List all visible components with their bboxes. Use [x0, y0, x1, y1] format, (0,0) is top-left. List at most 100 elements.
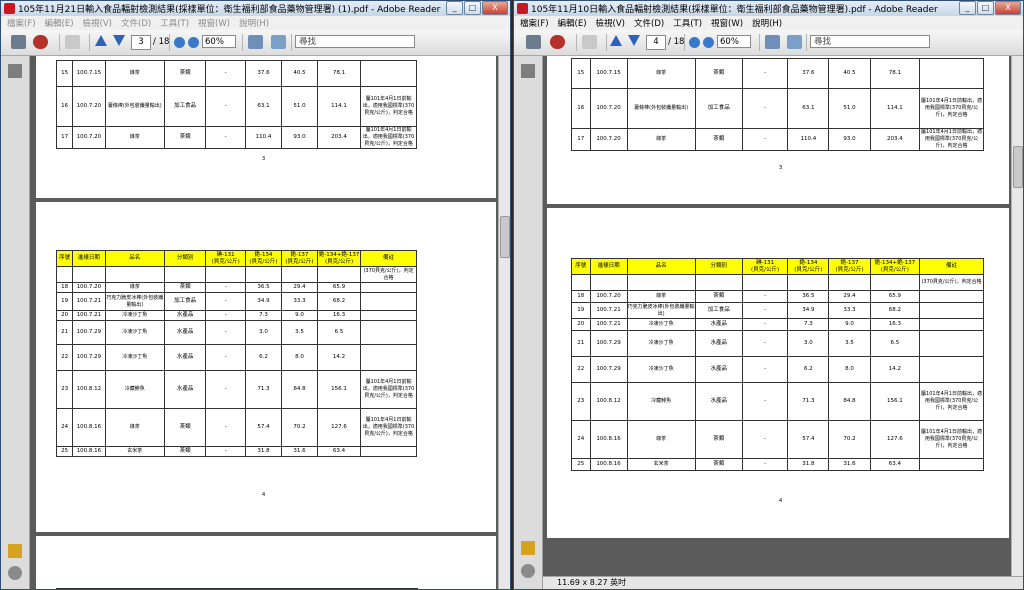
- page-number-input[interactable]: 4: [646, 35, 666, 50]
- print-icon[interactable]: [526, 35, 541, 49]
- create-pdf-icon[interactable]: [33, 35, 48, 49]
- table-cell-empty: [626, 274, 696, 291]
- zoom-select[interactable]: 60%: [202, 35, 236, 48]
- attachments-icon[interactable]: [8, 566, 22, 580]
- next-page-icon[interactable]: [113, 35, 125, 46]
- menu-document[interactable]: 文件(D): [121, 17, 151, 29]
- vertical-scrollbar[interactable]: [498, 56, 510, 589]
- table-cell-i131: -: [205, 60, 246, 87]
- table-cell-name: 綠茶: [626, 128, 696, 151]
- column-header: 銫-134 (貝克/公斤): [244, 250, 282, 267]
- pages-panel-icon[interactable]: [8, 64, 22, 78]
- menu-tools[interactable]: 工具(T): [160, 17, 189, 29]
- table-cell-i131: -: [741, 318, 789, 331]
- table-cell-note: (370貝克/公斤)，判定合格: [360, 266, 417, 283]
- menu-bar: 檔案(F) 編輯(E) 檢視(V) 文件(D) 工具(T) 視窗(W) 說明(H…: [1, 16, 510, 30]
- search-input[interactable]: 尋找: [810, 35, 930, 48]
- zoom-out-icon[interactable]: [689, 37, 700, 48]
- menu-window[interactable]: 視窗(W): [198, 17, 230, 29]
- zoom-select[interactable]: 60%: [717, 35, 751, 48]
- comments-icon[interactable]: [8, 544, 22, 558]
- restore-button[interactable]: □: [977, 1, 994, 15]
- table-cell-name: 綠茶: [104, 60, 165, 87]
- menu-document[interactable]: 文件(D): [634, 17, 664, 29]
- previous-page-icon[interactable]: [95, 35, 107, 46]
- table-cell-note: 屬101年4月1日前輸出，適用我國標準(370貝克/公斤)，判定合格: [919, 420, 984, 459]
- menu-help[interactable]: 說明(H): [752, 17, 782, 29]
- menu-edit[interactable]: 編輯(E): [45, 17, 74, 29]
- minimize-button[interactable]: _: [959, 1, 976, 15]
- pages-panel-icon[interactable]: [521, 64, 535, 78]
- table-cell-cat: 水產品: [163, 370, 207, 409]
- zoom-in-icon[interactable]: [188, 37, 199, 48]
- menu-file[interactable]: 檔案(F): [7, 17, 36, 29]
- title-bar[interactable]: 105年11月21日輸入食品輻射檢測結果(採樣單位：衛生福利部食品藥物管理署) …: [1, 1, 510, 17]
- create-pdf-icon[interactable]: [550, 35, 565, 49]
- menu-view[interactable]: 檢視(V): [596, 17, 625, 29]
- table-cell-cs137: 29.4: [280, 282, 318, 293]
- navigation-pane: [1, 56, 30, 589]
- scrollbar-thumb[interactable]: [1013, 146, 1023, 188]
- restore-button[interactable]: □: [464, 1, 481, 15]
- table-cell-cs134: 71.3: [244, 370, 282, 409]
- table-cell-note: (370貝克/公斤)，判定合格: [919, 274, 984, 291]
- table-cell-sum: 203.4: [316, 126, 362, 149]
- page-number-input[interactable]: 3: [131, 35, 151, 50]
- minimize-button[interactable]: _: [446, 1, 463, 15]
- zoom-out-icon[interactable]: [174, 37, 185, 48]
- zoom-in-icon[interactable]: [703, 37, 714, 48]
- full-screen-icon[interactable]: [787, 35, 802, 49]
- table-cell-sum: 156.1: [869, 382, 921, 421]
- table-cell-note: 屬101年4月1日前輸出，適用我國標準(370貝克/公斤)，判定合格: [360, 86, 417, 127]
- table-cell-date: 100.8.16: [72, 446, 106, 457]
- table-cell-cs137: 51.0: [828, 88, 871, 129]
- attachments-icon[interactable]: [521, 564, 535, 578]
- menu-edit[interactable]: 編輯(E): [558, 17, 587, 29]
- table-cell-cat: 茶類: [694, 458, 743, 471]
- title-bar[interactable]: 105年11月10日輸入食品輻射檢測結果(採樣單位：衛生福利部食品藥物管理署).…: [514, 1, 1023, 17]
- table-row: 22 100.7.29 冷凍沙丁魚 水產品 -6.2 8.0 14.2: [55, 344, 417, 371]
- comments-icon[interactable]: [521, 541, 535, 555]
- table-cell-cs134: 63.1: [244, 86, 282, 127]
- column-header: 銫-134+銫-137 (貝克/公斤): [316, 250, 362, 267]
- table-cell-empty: [72, 266, 106, 283]
- table-cell-note: 屬101年4月1日前輸出，適用我國標準(370貝克/公斤)，判定合格: [919, 88, 984, 129]
- document-view[interactable]: 15 100.7.15 綠茶 茶類 -37.6 40.5 78.1 16 100.7.20 薯條棒…: [543, 56, 1013, 577]
- table-row-continued: (370貝克/公斤)，判定合格: [571, 274, 984, 291]
- menu-file[interactable]: 檔案(F): [520, 17, 549, 29]
- table-row: 25 100.8.16 玄米茶 茶類 -31.8 31.6 63.4: [55, 446, 417, 457]
- table-cell-sum: 114.1: [316, 86, 362, 127]
- table-cell-empty: [316, 266, 362, 283]
- fit-page-icon[interactable]: [765, 35, 780, 49]
- table-cell-note: 屬101年4月1日前輸出，適用我國標準(370貝克/公斤)，判定合格: [919, 128, 984, 151]
- table-cell-i131: -: [205, 408, 246, 447]
- table-cell-i131: -: [741, 88, 789, 129]
- table-cell-cs137: 8.0: [280, 344, 318, 371]
- table-cell-sum: 68.2: [869, 302, 921, 319]
- document-view[interactable]: 15 100.7.15 綠茶 茶類 -37.6 40.5 78.1 16 100.7.20 薯條棒…: [30, 56, 500, 589]
- full-screen-icon[interactable]: [271, 35, 286, 49]
- table-cell-date: 100.8.16: [72, 408, 106, 447]
- collaborate-icon[interactable]: [582, 35, 597, 49]
- results-table: 序號 進樣日期 品名 分類別 碘-131 (貝克/公斤) 銫-134 (貝克/公斤) 銫-1…: [55, 250, 417, 457]
- close-button[interactable]: X: [482, 1, 508, 15]
- menu-window[interactable]: 視窗(W): [711, 17, 743, 29]
- table-cell-name: 玄米茶: [626, 458, 696, 471]
- previous-page-icon[interactable]: [610, 35, 622, 46]
- menu-tools[interactable]: 工具(T): [673, 17, 702, 29]
- collaborate-icon[interactable]: [65, 35, 80, 49]
- table-cell-name: 綠茶: [626, 420, 696, 459]
- table-cell-note: 屬101年4月1日前輸出，適用我國標準(370貝克/公斤)，判定合格: [919, 382, 984, 421]
- page-total: / 18: [668, 37, 685, 47]
- table-row: 22 100.7.29 冷凍沙丁魚 水產品 -6.2 8.0 14.2: [571, 356, 984, 383]
- search-input[interactable]: 尋找: [295, 35, 415, 48]
- print-icon[interactable]: [11, 35, 26, 49]
- vertical-scrollbar[interactable]: [1011, 56, 1023, 577]
- next-page-icon[interactable]: [628, 35, 640, 46]
- menu-view[interactable]: 檢視(V): [83, 17, 112, 29]
- close-button[interactable]: X: [995, 1, 1021, 15]
- menu-help[interactable]: 說明(H): [239, 17, 269, 29]
- table-row: 16 100.7.20 薯條棒(外包裝纖量輸出) 加工食品 -63.1 51.0 114.1…: [55, 86, 417, 127]
- scrollbar-thumb[interactable]: [500, 216, 510, 258]
- fit-page-icon[interactable]: [248, 35, 263, 49]
